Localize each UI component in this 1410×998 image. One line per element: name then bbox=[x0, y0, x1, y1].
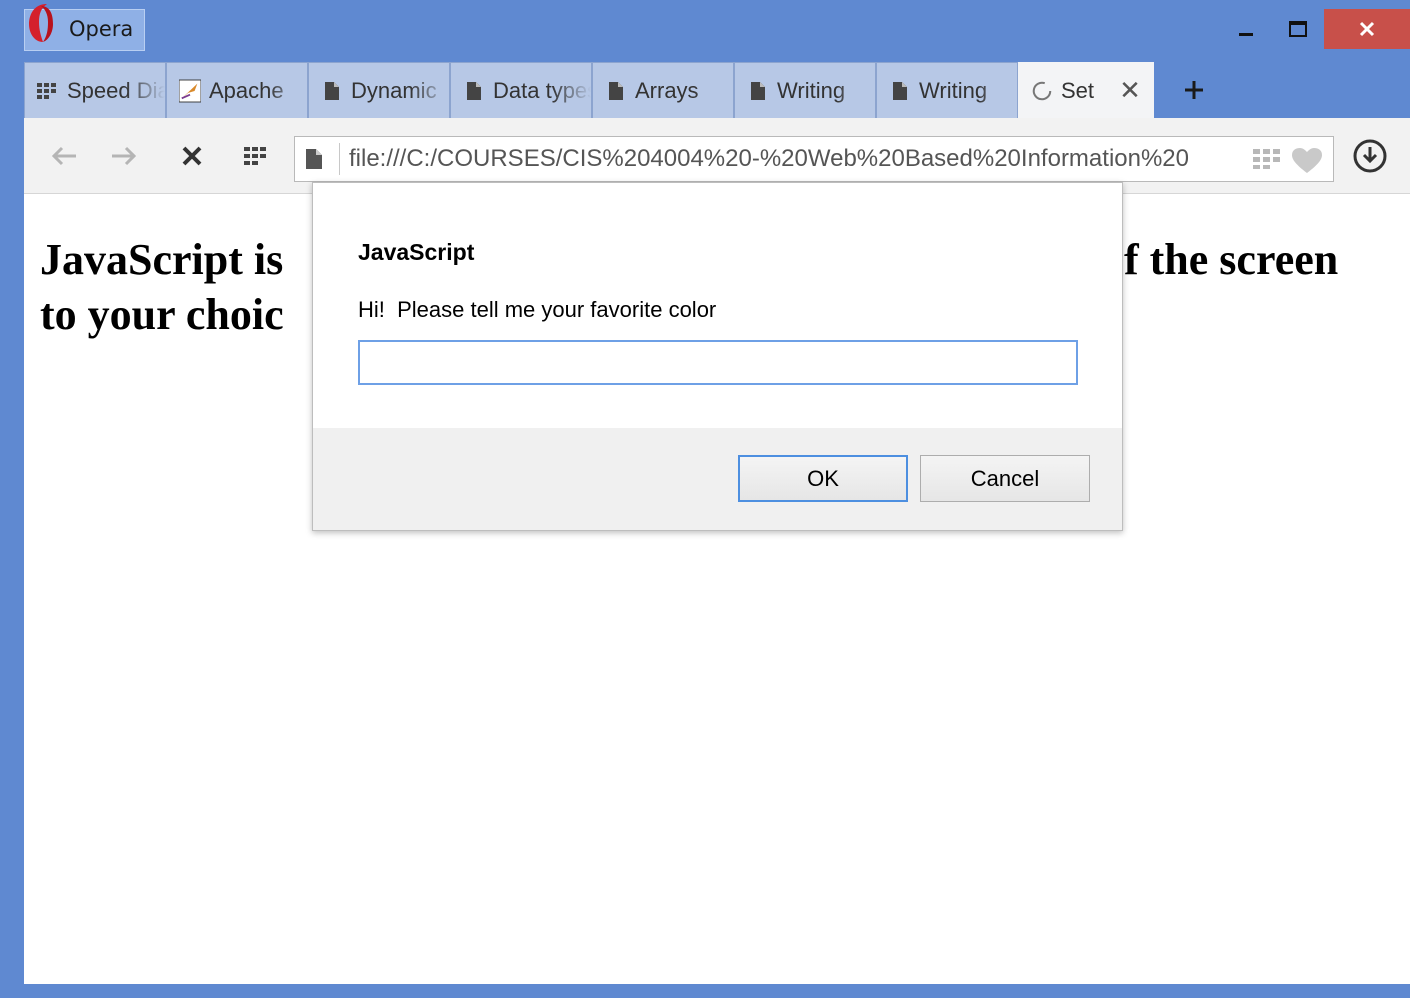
forward-button[interactable] bbox=[106, 138, 142, 174]
title-bar: Opera bbox=[0, 0, 1410, 56]
document-icon bbox=[463, 80, 485, 102]
tab-label: Data types bbox=[493, 77, 591, 103]
back-button[interactable] bbox=[46, 138, 82, 174]
tab-apache[interactable]: Apache bbox=[166, 62, 308, 118]
new-tab-button[interactable] bbox=[1174, 70, 1214, 110]
tab-close-icon[interactable]: ✕ bbox=[1117, 76, 1143, 106]
tab-strip: Speed Dial Apache Dynamic Data types Arr… bbox=[24, 62, 1410, 118]
maximize-button[interactable] bbox=[1280, 9, 1316, 49]
plus-icon bbox=[1185, 81, 1203, 99]
speed-dial-icon bbox=[37, 80, 59, 102]
document-icon bbox=[605, 80, 627, 102]
document-icon bbox=[306, 149, 322, 169]
document-icon bbox=[321, 80, 343, 102]
stop-button[interactable] bbox=[174, 138, 210, 174]
speed-dial-icon bbox=[244, 147, 266, 165]
tab-dynamic[interactable]: Dynamic bbox=[308, 62, 450, 118]
browser-window: Opera Speed Dial Apache Dynamic Data typ… bbox=[0, 0, 1410, 998]
document-icon bbox=[747, 80, 769, 102]
opera-menu-button[interactable]: Opera bbox=[24, 4, 145, 51]
tab-label: Dynamic bbox=[351, 77, 437, 103]
forward-arrow-icon bbox=[112, 146, 137, 166]
url-text[interactable]: file:///C:/COURSES/CIS%204004%20-%20Web%… bbox=[349, 145, 1239, 173]
address-bar[interactable]: file:///C:/COURSES/CIS%204004%20-%20Web%… bbox=[294, 136, 1334, 182]
cancel-button[interactable]: Cancel bbox=[920, 455, 1090, 502]
close-icon bbox=[1359, 21, 1375, 37]
tab-label: Apache bbox=[209, 77, 284, 103]
document-icon bbox=[889, 80, 911, 102]
heading-line1-right: f the screen bbox=[1124, 235, 1339, 284]
speed-dial-icon[interactable] bbox=[1253, 149, 1281, 169]
tab-set-active[interactable]: Set ✕ bbox=[1018, 62, 1154, 118]
app-name: Opera bbox=[69, 17, 134, 41]
stop-icon bbox=[182, 146, 202, 166]
tab-label: Arrays bbox=[635, 77, 699, 103]
dialog-footer: OK Cancel bbox=[313, 428, 1122, 530]
tab-arrays[interactable]: Arrays bbox=[592, 62, 734, 118]
minimize-button[interactable] bbox=[1228, 9, 1264, 49]
heart-icon[interactable] bbox=[1291, 147, 1323, 175]
tab-label: Set bbox=[1061, 77, 1095, 103]
heading-line2-left: to your choic bbox=[40, 290, 284, 339]
javascript-prompt-dialog: JavaScript Hi! Please tell me your favor… bbox=[312, 182, 1123, 531]
tab-label: Speed Dial bbox=[67, 77, 165, 103]
opera-logo-icon bbox=[29, 4, 53, 42]
address-separator bbox=[339, 143, 340, 175]
dialog-title: JavaScript bbox=[358, 239, 475, 265]
tab-data-types[interactable]: Data types bbox=[450, 62, 592, 118]
prompt-input[interactable] bbox=[358, 340, 1078, 385]
close-window-button[interactable] bbox=[1324, 9, 1410, 49]
download-icon[interactable] bbox=[1352, 138, 1388, 174]
heading-line1-left: JavaScript is bbox=[40, 235, 284, 284]
dialog-message: Hi! Please tell me your favorite color bbox=[358, 297, 717, 322]
ok-button[interactable]: OK bbox=[738, 455, 908, 502]
speed-dial-button[interactable] bbox=[238, 138, 274, 174]
tab-label: Writing bbox=[919, 77, 988, 103]
tab-label: Writing bbox=[777, 77, 846, 103]
tab-writing-2[interactable]: Writing bbox=[876, 62, 1018, 118]
loading-spinner-icon bbox=[1031, 80, 1053, 102]
back-arrow-icon bbox=[51, 146, 76, 166]
tab-writing-1[interactable]: Writing bbox=[734, 62, 876, 118]
apache-feather-icon bbox=[179, 79, 201, 102]
maximize-icon bbox=[1289, 21, 1307, 37]
tab-speed-dial[interactable]: Speed Dial bbox=[24, 62, 166, 118]
minimize-icon bbox=[1239, 33, 1253, 36]
